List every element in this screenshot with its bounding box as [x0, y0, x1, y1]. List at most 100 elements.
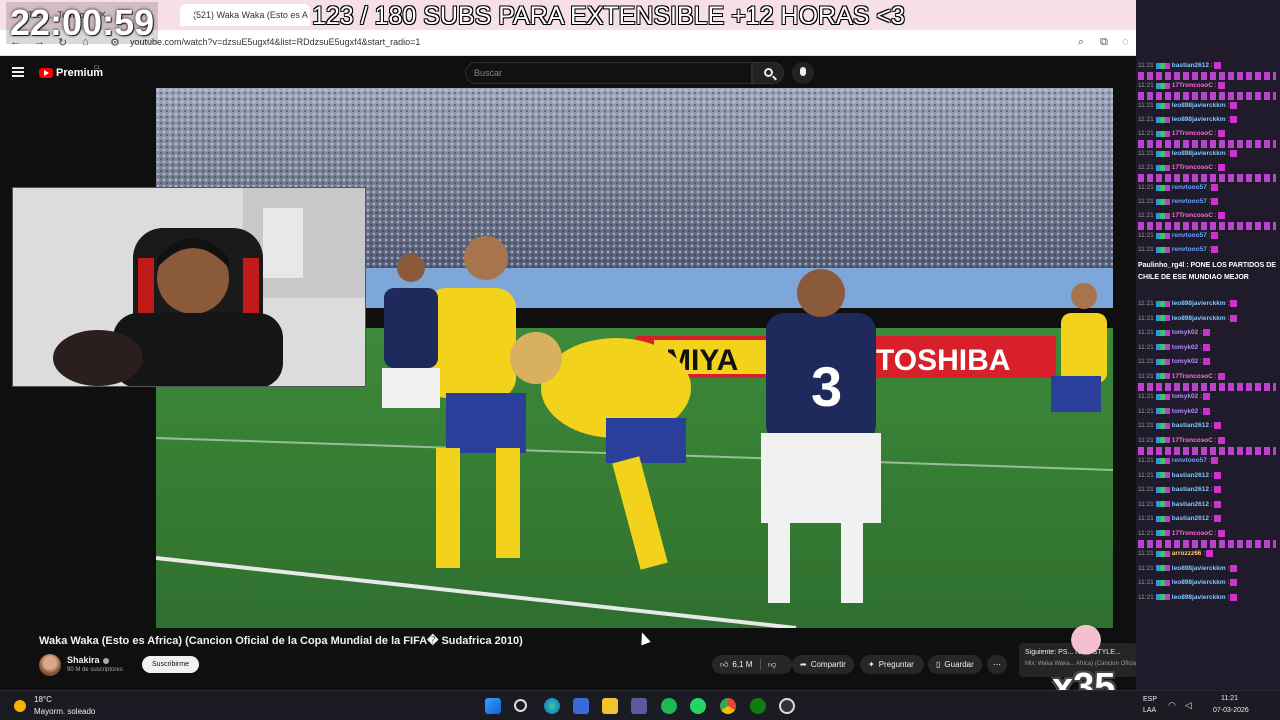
like-count[interactable]: 6,1 M	[732, 660, 752, 669]
chat-message: 11:21 leo898javierckkm :	[1138, 102, 1278, 110]
chat-username[interactable]: renvtooo57	[1172, 457, 1207, 464]
chat-text: :	[1199, 407, 1202, 415]
chat-username[interactable]: tomyk02	[1172, 329, 1198, 336]
chat-username[interactable]: 17TroncosoC	[1172, 82, 1213, 89]
chat-username[interactable]: leo898javierckkm	[1172, 579, 1226, 586]
chat-username[interactable]: renvtooo57	[1172, 184, 1207, 191]
chat-username[interactable]: tomyk02	[1172, 408, 1198, 415]
share-button[interactable]: ➦ Compartir	[792, 655, 854, 674]
file-explorer-icon[interactable]	[602, 698, 618, 714]
edge-icon[interactable]	[544, 698, 560, 714]
chat-text: :	[1210, 486, 1213, 494]
emote-icon	[1213, 486, 1221, 493]
search-icon	[764, 68, 773, 77]
search-input[interactable]	[474, 68, 744, 78]
channel-name[interactable]: Shakira	[67, 655, 109, 665]
volume-icon[interactable]: ◁	[1185, 700, 1192, 711]
ask-button[interactable]: ✦ Preguntar	[860, 655, 924, 674]
chat-username[interactable]: arrozzz66	[1172, 550, 1202, 557]
app-icon[interactable]	[631, 698, 647, 714]
install-icon[interactable]: ⧉	[1100, 36, 1108, 49]
whatsapp-icon[interactable]	[690, 698, 706, 714]
chat-username[interactable]: renvtooo57	[1172, 198, 1207, 205]
more-actions-button[interactable]: ⋯	[987, 655, 1007, 674]
chat-username[interactable]: bastian2612	[1172, 62, 1209, 69]
weather-condition[interactable]: Mayorm. soleado	[34, 707, 95, 716]
chat-time: 11:21	[1138, 457, 1154, 465]
wifi-icon[interactable]: ◠	[1168, 700, 1176, 711]
save-button[interactable]: ▯ Guardar	[928, 655, 982, 674]
store-icon[interactable]	[573, 698, 589, 714]
start-icon[interactable]	[485, 698, 501, 714]
chat-username[interactable]: 17TroncosoC	[1172, 530, 1213, 537]
chat-message: 11:21 tomyk02 :	[1138, 407, 1278, 416]
chat-username[interactable]: leo898javierckkm	[1172, 594, 1226, 601]
chat-badges-icon	[1155, 530, 1170, 536]
taskbar-date[interactable]: 07-03-2026	[1213, 707, 1249, 714]
chat-message: 11:21 17TroncosoC :	[1138, 529, 1278, 538]
weather-sun-icon[interactable]	[14, 700, 26, 712]
chat-text: :	[1199, 343, 1202, 351]
chat-username[interactable]: renvtooo57	[1172, 246, 1207, 253]
chat-username[interactable]: bastian2612	[1172, 515, 1209, 522]
emote-icon	[1217, 82, 1225, 89]
obs-icon[interactable]	[779, 698, 795, 714]
browser-tab-active[interactable]: (521) Waka Waka (Esto es A	[180, 4, 310, 26]
chat-badges-icon	[1155, 393, 1170, 400]
zoom-icon[interactable]: ⌕	[1078, 36, 1084, 49]
microphone-icon	[800, 67, 806, 76]
search-taskbar-icon[interactable]	[514, 699, 527, 712]
chat-username[interactable]: bastian2612	[1172, 422, 1209, 429]
chat-username[interactable]: leo898javierckkm	[1172, 315, 1226, 322]
chat-username[interactable]: leo898javierckkm	[1172, 300, 1226, 307]
chrome-icon[interactable]	[720, 698, 736, 714]
chat-username[interactable]: 17TroncosoC	[1172, 437, 1213, 444]
chat-text: :	[1210, 515, 1213, 523]
xbox-icon[interactable]	[750, 698, 766, 714]
chat-message: 11:21 bastian2612 :	[1138, 471, 1278, 480]
hamburger-menu-icon[interactable]	[12, 67, 24, 77]
chat-username[interactable]: 17TroncosoC	[1172, 164, 1213, 171]
weather-temperature[interactable]: 18°C	[34, 695, 52, 704]
emote-icon	[1202, 329, 1210, 336]
chat-username[interactable]: renvtooo57	[1172, 232, 1207, 239]
chat-text: :	[1227, 314, 1230, 322]
search-button[interactable]	[752, 62, 784, 84]
like-icon[interactable]: 👍︎	[720, 660, 728, 670]
youtube-logo-icon[interactable]	[39, 68, 53, 78]
chat-username[interactable]: leo898javierckkm	[1172, 565, 1226, 572]
voice-search-button[interactable]	[792, 62, 814, 84]
chat-badges-icon	[1155, 150, 1170, 157]
chat-text: :	[1203, 550, 1206, 558]
chat-badges-icon	[1155, 198, 1170, 205]
chat-username[interactable]: bastian2612	[1172, 486, 1209, 493]
subscribe-button[interactable]: Suscribirme	[142, 656, 199, 673]
taskbar-time[interactable]: 11:21	[1221, 695, 1238, 702]
chat-username[interactable]: tomyk02	[1172, 344, 1198, 351]
chat-badges-icon	[1155, 315, 1170, 321]
chat-username[interactable]: bastian2612	[1172, 501, 1209, 508]
chat-badges-icon	[1155, 472, 1170, 478]
dislike-icon[interactable]: 👎︎	[768, 660, 776, 670]
chat-username[interactable]: tomyk02	[1172, 393, 1198, 400]
channel-avatar[interactable]	[39, 654, 61, 676]
chat-time: 11:21	[1138, 422, 1154, 430]
chat-username[interactable]: 17TroncosoC	[1172, 130, 1213, 137]
chat-username[interactable]: leo898javierckkm	[1172, 116, 1226, 123]
chat-username[interactable]: 17TroncosoC	[1172, 373, 1213, 380]
chat-badges-icon	[1155, 130, 1170, 137]
spotify-icon[interactable]	[661, 698, 677, 714]
chat-username[interactable]: 17TroncosoC	[1172, 212, 1213, 219]
chat-username[interactable]: leo898javierckkm	[1172, 150, 1226, 157]
chat-time: 11:21	[1138, 407, 1154, 415]
keyboard-layout[interactable]: LAA	[1143, 707, 1156, 714]
chat-message: 11:21 tomyk02 :	[1138, 358, 1278, 366]
hide-icon[interactable]: ◌	[1122, 36, 1129, 48]
chat-text: :	[1208, 184, 1211, 192]
chat-message: 11:21 renvtooo57 :	[1138, 184, 1278, 192]
chat-username[interactable]: bastian2612	[1172, 472, 1209, 479]
url-field[interactable]: youtube.com/watch?v=dzsuE5ugxf4&list=RDd…	[130, 37, 420, 47]
input-language[interactable]: ESP	[1143, 696, 1157, 703]
chat-username[interactable]: leo898javierckkm	[1172, 102, 1226, 109]
chat-username[interactable]: tomyk02	[1172, 358, 1198, 365]
